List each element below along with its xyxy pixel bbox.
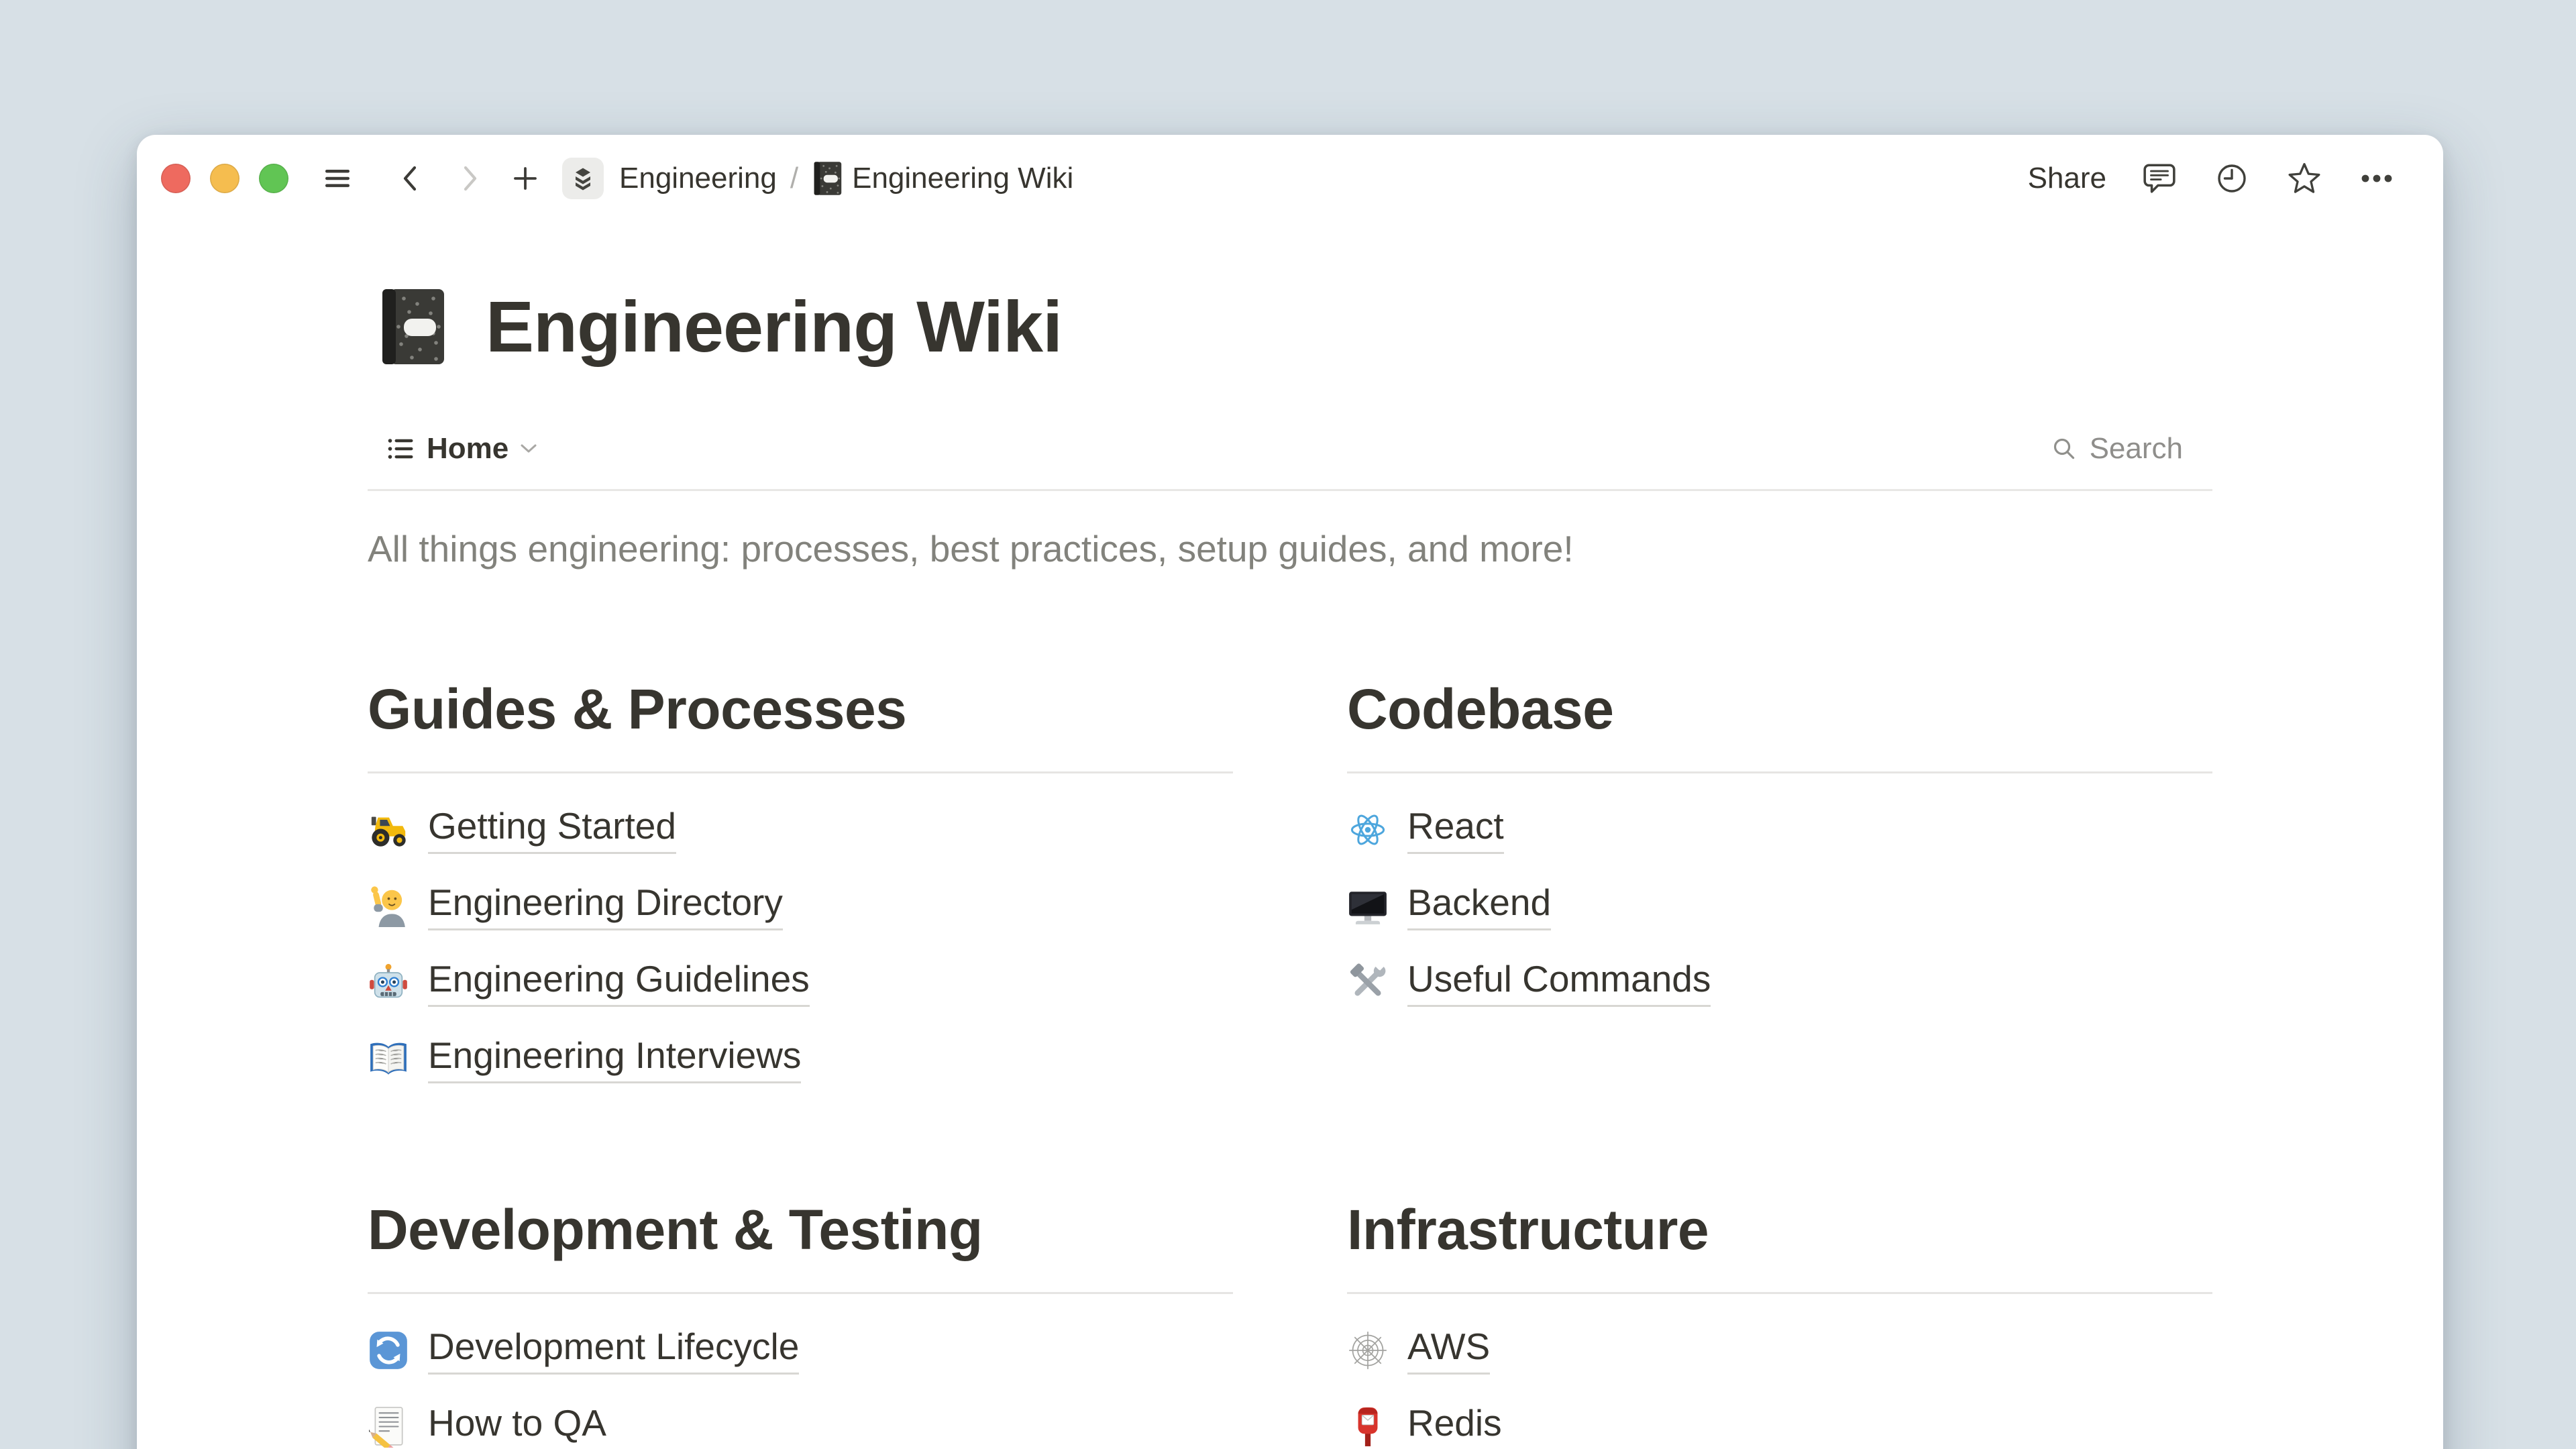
section-development-testing: Development & Testing (368, 1196, 1233, 1449)
section-guides-processes: Guides & Processes (368, 676, 1233, 1113)
notion-window: Engineering / (137, 135, 2443, 1449)
person-raising-hand-icon (368, 885, 409, 927)
search-icon (2049, 434, 2079, 464)
teamspace-chip[interactable] (562, 158, 604, 199)
search-button[interactable]: Search (2049, 432, 2212, 466)
view-tab-home[interactable]: Home (368, 432, 538, 466)
breadcrumb: Engineering / (604, 160, 1073, 197)
section-title[interactable]: Infrastructure (1347, 1196, 2212, 1264)
desktop-computer-icon (1347, 885, 1389, 927)
ellipsis-icon (2360, 162, 2394, 195)
plus-icon (511, 164, 540, 193)
robot-icon (368, 962, 409, 1004)
page-link-development-lifecycle[interactable]: Development Lifecycle (368, 1328, 1233, 1373)
more-options-button[interactable] (2357, 159, 2396, 198)
minimize-window-button[interactable] (210, 164, 239, 193)
notebook-icon (812, 160, 843, 197)
new-page-button[interactable] (510, 163, 541, 194)
tractor-icon (368, 809, 409, 851)
share-button[interactable]: Share (2028, 162, 2106, 195)
breadcrumb-page-title: Engineering Wiki (852, 162, 1073, 195)
clock-icon (2215, 162, 2249, 195)
view-tab-label: Home (427, 432, 508, 466)
close-window-button[interactable] (161, 164, 191, 193)
traffic-lights (161, 164, 288, 193)
section-codebase: Codebase React (1347, 676, 2212, 1113)
breadcrumb-separator: / (790, 162, 798, 195)
section-divider (368, 771, 1233, 773)
section-divider (1347, 771, 2212, 773)
breadcrumb-workspace[interactable]: Engineering (619, 162, 777, 195)
section-title[interactable]: Guides & Processes (368, 676, 1233, 743)
chevron-left-icon (398, 163, 423, 194)
section-title[interactable]: Codebase (1347, 676, 2212, 743)
arrows-counterclockwise-icon (368, 1330, 409, 1371)
page-description[interactable]: All things engineering: processes, best … (368, 523, 2212, 575)
page-link-how-to-qa[interactable]: How to QA (368, 1404, 1233, 1449)
postbox-icon (1347, 1406, 1389, 1448)
comments-button[interactable] (2140, 159, 2179, 198)
page-title[interactable]: Engineering Wiki (486, 287, 1062, 367)
teamspace-layers-icon (570, 165, 596, 192)
forward-button[interactable] (454, 163, 485, 194)
back-button[interactable] (395, 163, 426, 194)
page-link-engineering-guidelines[interactable]: Engineering Guidelines (368, 960, 1233, 1006)
section-title[interactable]: Development & Testing (368, 1196, 1233, 1264)
chevron-down-icon (519, 443, 538, 455)
list-view-icon (385, 433, 416, 464)
section-divider (368, 1292, 1233, 1294)
star-icon (2287, 161, 2322, 196)
open-book-icon (368, 1038, 409, 1080)
comment-bubble-icon (2142, 161, 2177, 196)
spider-web-icon (1347, 1330, 1389, 1371)
page-link-getting-started[interactable]: Getting Started (368, 807, 1233, 853)
page-link-redis[interactable]: Redis (1347, 1404, 2212, 1449)
page-link-backend[interactable]: Backend (1347, 883, 2212, 929)
maximize-window-button[interactable] (259, 164, 288, 193)
section-divider (1347, 1292, 2212, 1294)
page-link-useful-commands[interactable]: Useful Commands (1347, 960, 2212, 1006)
title-row: Engineering Wiki (368, 286, 2212, 367)
section-infrastructure: Infrastructure AWS (1347, 1196, 2212, 1449)
page-link-aws[interactable]: AWS (1347, 1328, 2212, 1373)
page-link-react[interactable]: React (1347, 807, 2212, 853)
page-content: Engineering Wiki Home (368, 286, 2212, 1449)
page-icon-notebook[interactable] (377, 286, 447, 367)
updates-button[interactable] (2212, 159, 2251, 198)
page-link-engineering-directory[interactable]: Engineering Directory (368, 883, 1233, 929)
window-topbar: Engineering / (137, 135, 2443, 222)
topbar-actions: Share (2028, 159, 2412, 198)
memo-icon (368, 1406, 409, 1448)
hamburger-menu-icon (322, 163, 353, 194)
breadcrumb-page[interactable]: Engineering Wiki (812, 160, 1073, 197)
sections-grid: Guides & Processes (368, 676, 2212, 1449)
search-label: Search (2090, 432, 2183, 466)
sidebar-toggle-button[interactable] (322, 163, 353, 194)
favorite-button[interactable] (2285, 159, 2324, 198)
hammer-wrench-icon (1347, 962, 1389, 1004)
view-row: Home Search (368, 431, 2212, 466)
page-link-engineering-interviews[interactable]: Engineering Interviews (368, 1036, 1233, 1082)
atom-react-icon (1347, 809, 1389, 851)
tabs-divider (368, 489, 2212, 491)
chevron-right-icon (458, 163, 482, 194)
